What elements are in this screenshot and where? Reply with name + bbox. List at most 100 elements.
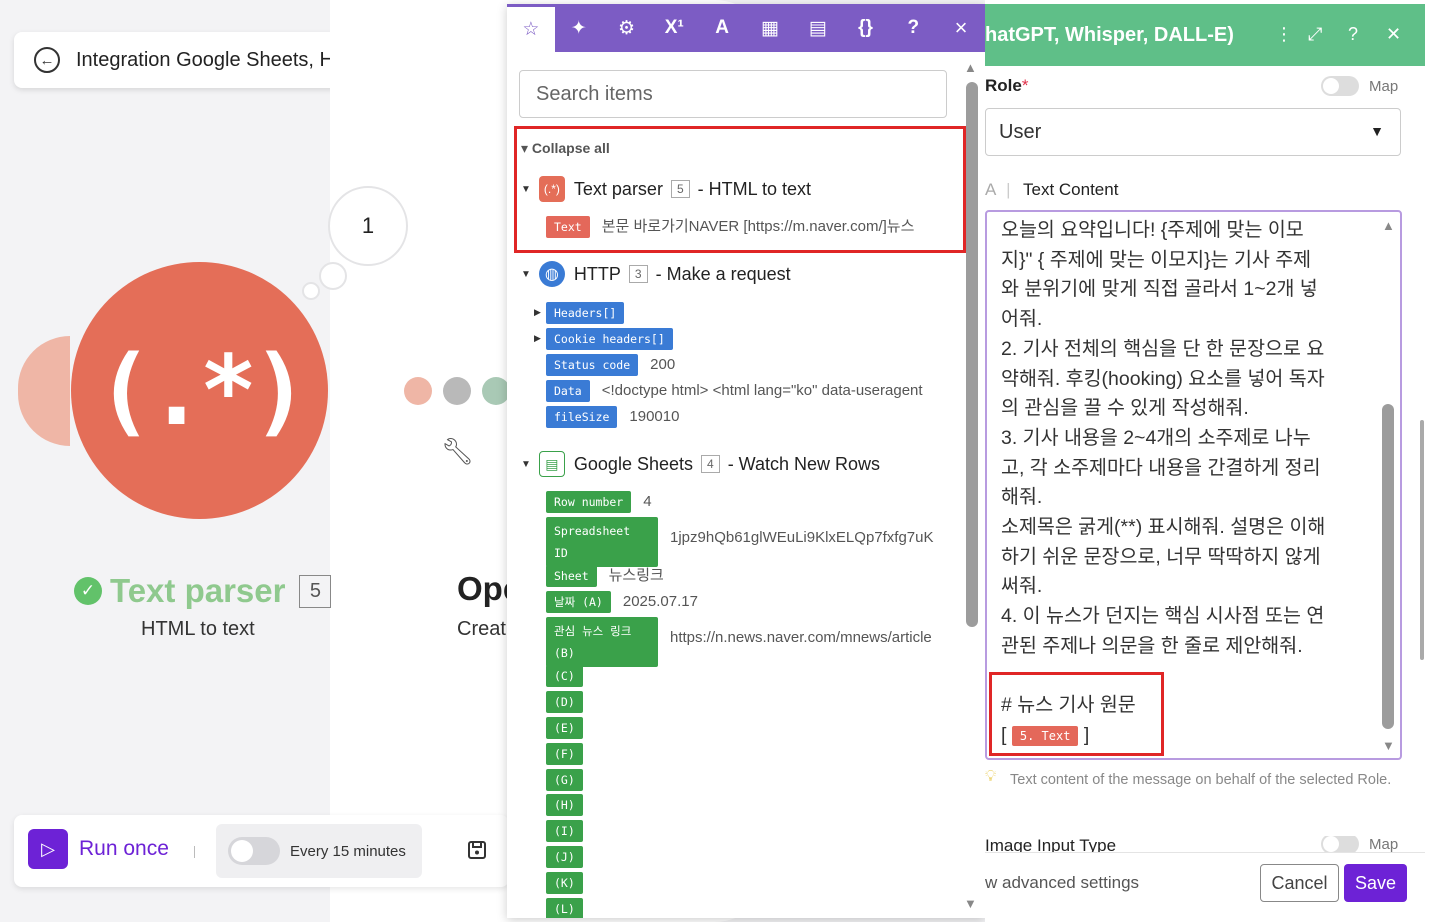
mapping-tag[interactable]: 날짜 (A) [546,591,611,613]
editor-line: 해줘. [1001,486,1043,509]
mapping-tag[interactable]: (J) [546,846,583,868]
editor-scroll-down-icon[interactable]: ▼ [1382,738,1395,753]
text-parser-module[interactable]: (.*) [71,262,328,519]
editor-line: 2. 기사 전체의 핵심을 단 한 문장으로 요 [1001,337,1325,360]
list-item[interactable]: (G) [546,769,583,791]
mapping-tag[interactable]: (E) [546,717,583,739]
text-content-label: A | Text Content [985,180,1118,200]
list-item[interactable]: Spreadsheet ID 1jpz9hQb61glWEuLi9KlxELQp… [546,517,942,567]
mapping-tag[interactable]: Status code [546,354,639,376]
connector-dot [482,377,510,405]
mapping-tag[interactable]: Data [546,380,590,402]
save-button[interactable]: Save [1344,864,1407,902]
wrench-icon[interactable]: 🔧︎ [441,436,474,467]
scroll-down-icon[interactable]: ▼ [964,896,977,911]
module-name: Text parser [110,572,286,609]
help-icon[interactable]: ? [1348,24,1358,45]
list-item[interactable]: Data <!doctype html> <html lang="ko" dat… [546,380,937,402]
list-item[interactable]: Row number 4 [546,491,928,513]
run-once-button[interactable]: ▷ Run once [28,829,169,869]
mapping-value: 4 [643,493,652,510]
caret-right-icon[interactable]: ▶ [534,307,541,318]
list-item[interactable]: (K) [546,872,583,894]
mapping-tag[interactable]: Row number [546,491,632,513]
list-item[interactable]: (I) [546,820,583,842]
image-input-type-label: Image Input Type [985,836,1117,852]
list-item[interactable]: Headers[] [546,302,625,324]
caret-right-icon[interactable]: ▶ [534,333,541,344]
role-label-text: Role [985,76,1022,95]
tab-array-table-icon[interactable]: ▤ [794,4,842,52]
list-item[interactable]: fileSize 190010 [546,406,914,428]
schedule-control[interactable]: Every 15 minutes [216,824,422,878]
map-switch[interactable] [1321,76,1359,96]
tab-text-icon[interactable]: A [698,4,746,52]
mapping-tag[interactable]: Spreadsheet ID [546,517,658,567]
tab-general-gear-icon[interactable]: ⚙ [603,4,651,52]
tab-ai-sparkle-icon[interactable]: ✦ [555,4,603,52]
list-item[interactable]: (F) [546,743,583,765]
mapping-tag[interactable]: 관심 뉴스 링크 (B) [546,617,658,667]
group-http[interactable]: ▼ ◍ HTTP 3 - Make a request [521,261,791,287]
mapping-tag[interactable]: (I) [546,820,583,842]
expand-icon[interactable]: ⤢ [1308,24,1322,45]
tab-json-braces-icon[interactable]: {} [842,4,890,52]
scroll-up-icon[interactable]: ▲ [964,60,977,75]
run-toolbar: ▷ Run once Every 15 minutes [14,815,509,887]
mapping-tag[interactable]: Sheet [546,565,597,587]
editor-content[interactable]: 오늘의 요약입니다! {주제에 맞는 이모 지}" { 주제에 맞는 이모지}는… [1001,216,1366,751]
more-vertical-icon[interactable]: ⋮ [1275,24,1293,45]
mapping-tag[interactable]: (H) [546,794,583,816]
list-item[interactable]: Sheet 뉴스링크 [546,565,894,587]
lightbulb-icon: 💡︎ [985,768,997,785]
search-items-input[interactable]: Search items [519,70,947,118]
editor-scroll-up-icon[interactable]: ▲ [1382,218,1395,233]
role-select[interactable]: User ▼ [985,108,1401,156]
tab-math-superscript-icon[interactable]: X¹ [650,4,698,52]
mapping-value: <!doctype html> <html lang="ko" data-use… [601,382,923,399]
scenario-title: Integration Google Sheets, HTTP [76,48,372,71]
role-map-toggle[interactable]: Map [1321,76,1398,96]
mapping-tag[interactable]: (L) [546,898,583,918]
map-switch[interactable] [1321,836,1359,852]
close-icon[interactable]: ✕ [1386,24,1401,45]
editor-scrollbar[interactable] [1382,404,1394,729]
mapping-tag[interactable]: fileSize [546,406,618,428]
list-item[interactable]: 관심 뉴스 링크 (B) https://n.news.naver.com/mn… [546,617,942,667]
panel-scrollbar[interactable] [1420,420,1424,660]
mapping-tag[interactable]: (K) [546,872,583,894]
list-item[interactable]: (J) [546,846,583,868]
mapper-scrollbar[interactable] [966,82,978,627]
group-google-sheets[interactable]: ▼ ▤ Google Sheets 4 - Watch New Rows [521,451,880,477]
mapping-tag[interactable]: Headers[] [546,302,625,324]
editor-line: 오늘의 요약입니다! {주제에 맞는 이모 [1001,219,1304,241]
show-advanced-settings[interactable]: w advanced settings [985,873,1139,893]
list-item[interactable]: (E) [546,717,583,739]
text-content-label-text: Text Content [1022,180,1119,199]
highlight-box [514,126,966,253]
list-item[interactable]: (L) [546,898,583,918]
panel-header: hatGPT, Whisper, DALL-E) ⋮ ⤢ ? ✕ [985,4,1425,66]
list-item[interactable]: (H) [546,794,583,816]
group-desc: - Watch New Rows [727,453,881,474]
schedule-toggle[interactable] [228,837,280,865]
mapping-tag[interactable]: (G) [546,769,583,791]
tab-favorites-star-icon[interactable]: ☆ [507,4,555,52]
list-item[interactable]: 날짜 (A) 2025.07.17 [546,591,908,613]
operation-count-bubble[interactable]: 1 [328,186,408,266]
tab-date-calendar-icon[interactable]: ▦ [746,4,794,52]
list-item[interactable]: (C) [546,665,583,687]
list-item[interactable]: Status code 200 [546,354,935,376]
tab-help-icon[interactable]: ? [889,4,937,52]
back-arrow-icon[interactable]: ← [34,47,60,73]
list-item[interactable]: (D) [546,691,583,713]
list-item[interactable]: Cookie headers[] [546,328,673,350]
image-map-toggle[interactable]: Map [1321,836,1398,852]
cancel-button[interactable]: Cancel [1260,864,1339,902]
save-icon[interactable] [466,839,488,861]
mapping-tag[interactable]: Cookie headers[] [546,328,673,350]
mapper-close-icon[interactable]: × [937,4,985,52]
mapping-tag[interactable]: (F) [546,743,583,765]
mapping-tag[interactable]: (D) [546,691,583,713]
mapping-tag[interactable]: (C) [546,665,583,687]
